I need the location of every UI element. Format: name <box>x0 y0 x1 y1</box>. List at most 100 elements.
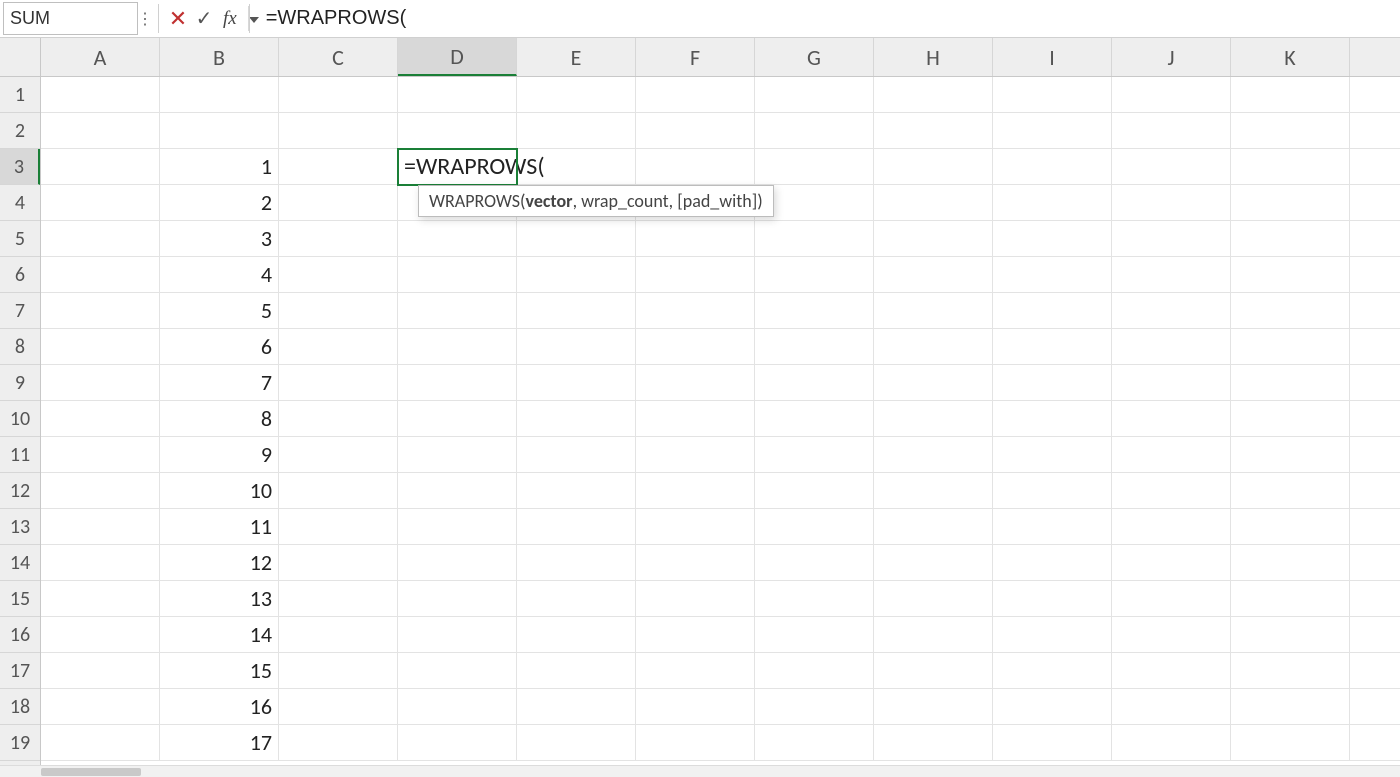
cell-H1[interactable] <box>874 77 993 113</box>
cell-C17[interactable] <box>279 653 398 689</box>
cell-I8[interactable] <box>993 329 1112 365</box>
cell-C5[interactable] <box>279 221 398 257</box>
row-header-5[interactable]: 5 <box>0 221 40 257</box>
cell-H8[interactable] <box>874 329 993 365</box>
column-header-A[interactable]: A <box>41 38 160 76</box>
cell-H9[interactable] <box>874 365 993 401</box>
cell-G8[interactable] <box>755 329 874 365</box>
cell-D16[interactable] <box>398 617 517 653</box>
row-header-7[interactable]: 7 <box>0 293 40 329</box>
row-header-11[interactable]: 11 <box>0 437 40 473</box>
cell-D11[interactable] <box>398 437 517 473</box>
column-header-F[interactable]: F <box>636 38 755 76</box>
cell-C16[interactable] <box>279 617 398 653</box>
cell-K3[interactable] <box>1231 149 1350 185</box>
cell-I11[interactable] <box>993 437 1112 473</box>
cell-K15[interactable] <box>1231 581 1350 617</box>
cell-H16[interactable] <box>874 617 993 653</box>
cell-I14[interactable] <box>993 545 1112 581</box>
cell-G7[interactable] <box>755 293 874 329</box>
cell-B11[interactable]: 9 <box>160 437 279 473</box>
column-header-C[interactable]: C <box>279 38 398 76</box>
cell-D15[interactable] <box>398 581 517 617</box>
cell-F19[interactable] <box>636 725 755 761</box>
cell-B13[interactable]: 11 <box>160 509 279 545</box>
cell-H13[interactable] <box>874 509 993 545</box>
row-header-10[interactable]: 10 <box>0 401 40 437</box>
cell-B16[interactable]: 14 <box>160 617 279 653</box>
cell-D14[interactable] <box>398 545 517 581</box>
cell-F10[interactable] <box>636 401 755 437</box>
cell-A2[interactable] <box>41 113 160 149</box>
cell-A4[interactable] <box>41 185 160 221</box>
cell-E7[interactable] <box>517 293 636 329</box>
cell-B15[interactable]: 13 <box>160 581 279 617</box>
cell-B1[interactable] <box>160 77 279 113</box>
cell-C1[interactable] <box>279 77 398 113</box>
cell-G16[interactable] <box>755 617 874 653</box>
cell-J10[interactable] <box>1112 401 1231 437</box>
cell-J8[interactable] <box>1112 329 1231 365</box>
cell-E17[interactable] <box>517 653 636 689</box>
cell-E1[interactable] <box>517 77 636 113</box>
cell-A11[interactable] <box>41 437 160 473</box>
row-header-13[interactable]: 13 <box>0 509 40 545</box>
cell-H17[interactable] <box>874 653 993 689</box>
row-header-6[interactable]: 6 <box>0 257 40 293</box>
cell-E18[interactable] <box>517 689 636 725</box>
cell-A5[interactable] <box>41 221 160 257</box>
cell-K14[interactable] <box>1231 545 1350 581</box>
row-header-8[interactable]: 8 <box>0 329 40 365</box>
cell-K6[interactable] <box>1231 257 1350 293</box>
cell-E11[interactable] <box>517 437 636 473</box>
more-options-icon[interactable]: ⋮ <box>138 0 152 37</box>
cell-E8[interactable] <box>517 329 636 365</box>
cell-F5[interactable] <box>636 221 755 257</box>
cell-E16[interactable] <box>517 617 636 653</box>
function-args-tooltip[interactable]: WRAPROWS(vector, wrap_count, [pad_with]) <box>418 185 774 217</box>
cell-I10[interactable] <box>993 401 1112 437</box>
cell-B2[interactable] <box>160 113 279 149</box>
cells-area[interactable]: 1=WRAPROWS(234567891011121314151617 <box>41 77 1400 765</box>
cell-H4[interactable] <box>874 185 993 221</box>
cell-F2[interactable] <box>636 113 755 149</box>
cell-A19[interactable] <box>41 725 160 761</box>
cell-C7[interactable] <box>279 293 398 329</box>
cell-K5[interactable] <box>1231 221 1350 257</box>
cell-F8[interactable] <box>636 329 755 365</box>
row-header-14[interactable]: 14 <box>0 545 40 581</box>
cell-G15[interactable] <box>755 581 874 617</box>
row-header-3[interactable]: 3 <box>0 149 40 185</box>
cell-J5[interactable] <box>1112 221 1231 257</box>
column-header-I[interactable]: I <box>993 38 1112 76</box>
cell-F14[interactable] <box>636 545 755 581</box>
cell-G2[interactable] <box>755 113 874 149</box>
cell-J13[interactable] <box>1112 509 1231 545</box>
row-header-19[interactable]: 19 <box>0 725 40 761</box>
cell-F13[interactable] <box>636 509 755 545</box>
cell-J12[interactable] <box>1112 473 1231 509</box>
cell-D1[interactable] <box>398 77 517 113</box>
cell-H6[interactable] <box>874 257 993 293</box>
column-header-J[interactable]: J <box>1112 38 1231 76</box>
cell-B7[interactable]: 5 <box>160 293 279 329</box>
column-header-K[interactable]: K <box>1231 38 1350 76</box>
cell-A10[interactable] <box>41 401 160 437</box>
cell-B8[interactable]: 6 <box>160 329 279 365</box>
cell-H15[interactable] <box>874 581 993 617</box>
cell-C2[interactable] <box>279 113 398 149</box>
cell-I15[interactable] <box>993 581 1112 617</box>
cell-D18[interactable] <box>398 689 517 725</box>
cell-C10[interactable] <box>279 401 398 437</box>
column-header-G[interactable]: G <box>755 38 874 76</box>
cell-B12[interactable]: 10 <box>160 473 279 509</box>
cell-D9[interactable] <box>398 365 517 401</box>
cell-E9[interactable] <box>517 365 636 401</box>
cell-B18[interactable]: 16 <box>160 689 279 725</box>
cell-F11[interactable] <box>636 437 755 473</box>
cell-G1[interactable] <box>755 77 874 113</box>
cell-J7[interactable] <box>1112 293 1231 329</box>
cell-E5[interactable] <box>517 221 636 257</box>
cell-B9[interactable]: 7 <box>160 365 279 401</box>
cell-I3[interactable] <box>993 149 1112 185</box>
